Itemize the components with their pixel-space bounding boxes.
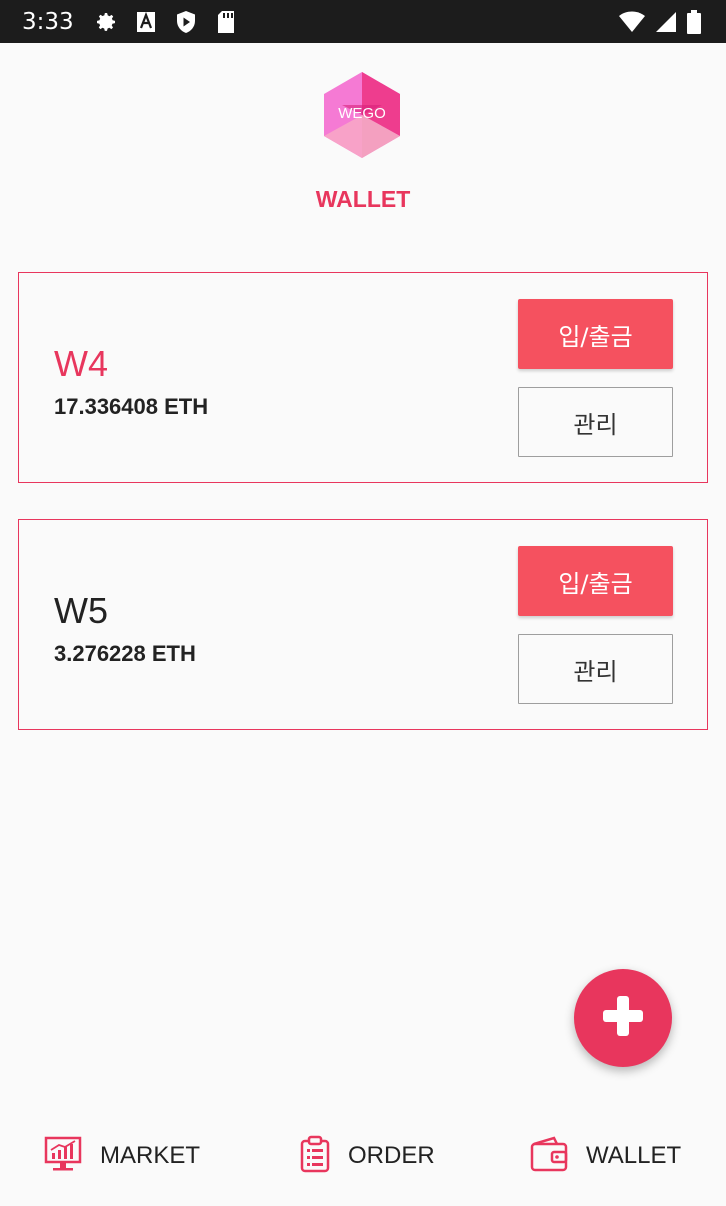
bottom-nav: MARKET ORDER WALLET: [0, 1100, 726, 1206]
add-wallet-button[interactable]: [574, 969, 672, 1067]
nav-label-wallet: WALLET: [586, 1142, 682, 1169]
nav-item-order[interactable]: ORDER: [300, 1134, 435, 1178]
wifi-icon: [618, 10, 646, 34]
status-bar: 3:33: [0, 0, 726, 43]
plus-icon: [601, 994, 645, 1042]
play-shield-icon: [174, 10, 198, 34]
wallet-card: W5 3.276228 ETH 입/출금 관리: [18, 519, 708, 730]
font-a-icon: [134, 10, 158, 34]
manage-button[interactable]: 관리: [518, 387, 673, 457]
page-title: WALLET: [315, 186, 411, 212]
nav-item-market[interactable]: MARKET: [44, 1134, 200, 1178]
nav-label-market: MARKET: [100, 1142, 201, 1169]
nav-label-order: ORDER: [348, 1142, 435, 1169]
sd-card-icon: [214, 10, 238, 34]
market-chart-icon: [44, 1136, 82, 1176]
clipboard-list-icon: [300, 1135, 330, 1177]
wallet-card: W4 17.336408 ETH 입/출금 관리: [18, 272, 708, 483]
wallet-icon: [530, 1136, 568, 1176]
gear-icon: [94, 10, 118, 34]
manage-button[interactable]: 관리: [518, 634, 673, 704]
logo-text: WEGO: [338, 105, 386, 122]
status-time: 3:33: [22, 8, 74, 35]
wallet-name: W4: [54, 343, 108, 384]
deposit-withdraw-button[interactable]: 입/출금: [518, 546, 673, 616]
deposit-withdraw-button[interactable]: 입/출금: [518, 299, 673, 369]
wallet-balance: 3.276228 ETH: [54, 641, 196, 666]
nav-item-wallet[interactable]: WALLET: [530, 1134, 681, 1178]
wallet-balance: 17.336408 ETH: [54, 394, 209, 419]
battery-icon: [686, 9, 702, 34]
wego-logo: WEGO: [322, 70, 402, 160]
cell-signal-icon: [654, 10, 678, 34]
wallet-name: W5: [54, 590, 108, 631]
